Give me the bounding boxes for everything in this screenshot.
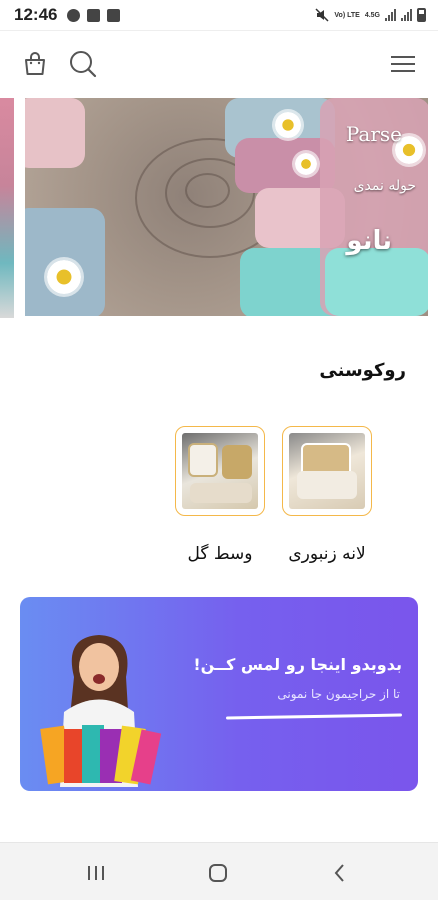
shopping-girl-illustration [40, 635, 162, 787]
system-indicators: Vo) LTE 4.5G [315, 8, 426, 22]
email-icon [107, 8, 121, 22]
notification-icons [67, 8, 121, 22]
network-speed-label: 4.5G [364, 11, 380, 19]
promo-underline [225, 713, 403, 720]
promo-banner[interactable]: بدوبدو اینجا رو لمس کــن! تا از حراجیمون… [20, 597, 418, 791]
back-button[interactable] [326, 859, 354, 887]
search-button[interactable] [66, 47, 100, 81]
category-label[interactable]: لانه زنبوری [267, 544, 387, 564]
search-icon [70, 51, 97, 78]
cart-button[interactable] [18, 47, 52, 81]
recents-button[interactable] [82, 859, 110, 887]
system-navigation-bar [0, 842, 438, 900]
category-card-honeycomb[interactable] [282, 426, 372, 516]
bag-icon [25, 52, 45, 75]
banner-carousel[interactable]: Parse حوله نمدی نانو [0, 98, 438, 318]
category-card-flower[interactable] [175, 426, 265, 516]
menu-button[interactable] [386, 47, 420, 81]
gallery-icon [87, 8, 101, 22]
back-icon [334, 864, 344, 882]
status-time: 12:46 [14, 5, 58, 24]
category-image [289, 433, 365, 509]
snapchat-icon [67, 8, 81, 22]
battery-icon [417, 8, 426, 22]
category-image [182, 433, 258, 509]
banner-slide[interactable]: Parse حوله نمدی نانو [25, 98, 428, 316]
signal-strength-icon-2 [401, 9, 412, 21]
app-header [0, 30, 438, 96]
promo-subtitle: تا از حراجیمون جا نمونی [277, 687, 400, 701]
promo-title: بدوبدو اینجا رو لمس کــن! [193, 655, 402, 674]
home-icon [209, 864, 227, 882]
banner-brand: Parse [345, 122, 402, 146]
section-title: روکوسنی [319, 360, 406, 381]
recents-icon [88, 866, 104, 880]
banner-product-name: نانو [346, 226, 392, 256]
home-button[interactable] [204, 859, 232, 887]
menu-icon [391, 56, 415, 72]
status-bar: 12:46 Vo) LTE 4.5G [0, 0, 438, 30]
signal-strength-icon [385, 9, 396, 21]
mute-icon [315, 8, 329, 22]
previous-slide-peek[interactable] [0, 98, 14, 318]
category-label[interactable]: وسط گل [160, 544, 280, 564]
volte-label: Vo) LTE [334, 11, 360, 19]
banner-subtitle: حوله نمدی [353, 178, 416, 194]
